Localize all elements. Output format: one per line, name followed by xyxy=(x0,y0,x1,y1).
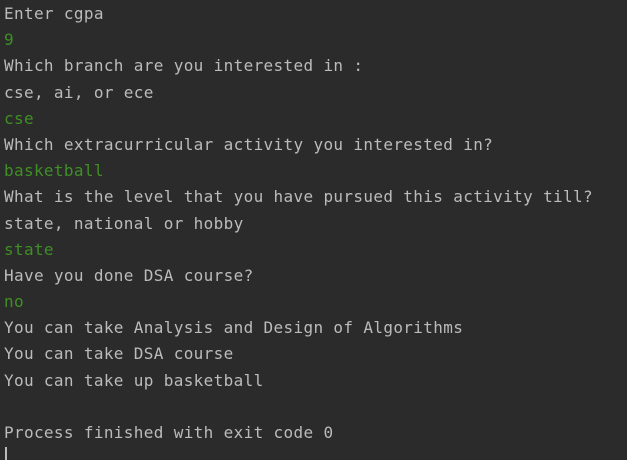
console-line-result: You can take up basketball xyxy=(4,370,264,390)
console-line-exit-status: Process finished with exit code 0 xyxy=(4,423,334,442)
console-line-result: You can take Analysis and Design of Algo… xyxy=(4,318,464,338)
text-cursor xyxy=(5,447,7,460)
console-line-prompt-dsa: Have you done DSA course? xyxy=(4,265,254,285)
console-line-level-options: state, national or hobby xyxy=(4,213,244,233)
console-line-user-input: 9 xyxy=(4,30,14,50)
console-line-user-input: cse xyxy=(4,108,34,128)
console-line-prompt-branch: Which branch are you interested in : xyxy=(4,56,364,76)
console-line-user-input: no xyxy=(4,292,24,312)
console-line-branch-options: cse, ai, or ece xyxy=(4,82,154,102)
console-line-prompt-level: What is the level that you have pursued … xyxy=(4,187,593,207)
console-line-prompt-cgpa: Enter cgpa xyxy=(4,4,104,23)
console-line-user-input: basketball xyxy=(4,161,104,181)
console-line-result: You can take DSA course xyxy=(4,344,234,364)
run-console[interactable]: Enter cgpa 9 Which branch are you intere… xyxy=(0,0,627,460)
console-line-prompt-activity: Which extracurricular activity you inter… xyxy=(4,134,494,154)
console-line-user-input: state xyxy=(4,239,54,259)
